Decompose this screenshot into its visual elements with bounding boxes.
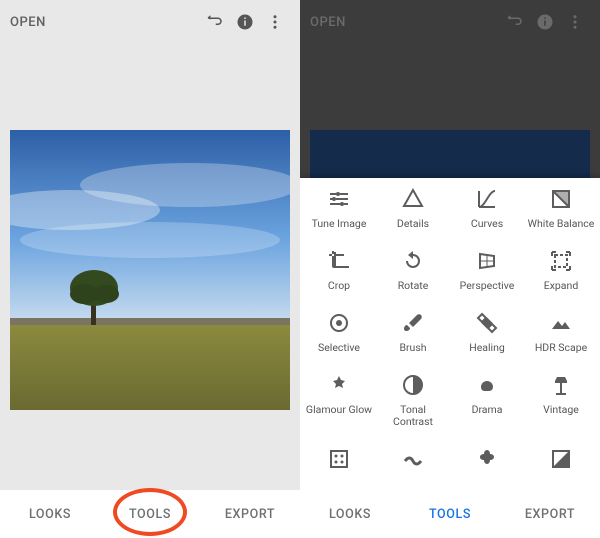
tab-looks[interactable]: LOOKS (0, 507, 100, 522)
brush-icon (400, 310, 426, 336)
tab-export[interactable]: EXPORT (200, 507, 300, 522)
tool-tonal[interactable]: Tonal Contrast (376, 372, 450, 428)
tab-tools[interactable]: TOOLS (100, 507, 200, 522)
curves-icon (474, 186, 500, 212)
grunge-icon (474, 446, 500, 472)
tool-label: Glamour Glow (306, 404, 372, 416)
tool-label: Healing (469, 342, 505, 354)
tool-label: Brush (399, 342, 426, 354)
undo-stack-icon[interactable] (500, 13, 530, 31)
open-button[interactable]: OPEN (10, 15, 46, 30)
bottom-nav: LOOKS TOOLS EXPORT (300, 490, 600, 538)
selective-icon (326, 310, 352, 336)
screenshot-right: OPEN Tune Image Details Curves White Balanc… (300, 0, 600, 538)
landscape-photo (10, 130, 290, 410)
expand-icon (548, 248, 574, 274)
tool-label: HDR Scape (535, 342, 587, 354)
tool-label: Details (397, 218, 429, 230)
healing-icon (474, 310, 500, 336)
info-icon[interactable] (530, 13, 560, 31)
more-icon[interactable] (260, 13, 290, 31)
tool-tune[interactable]: Tune Image (302, 186, 376, 230)
tool-label: Crop (328, 280, 350, 292)
tab-tools[interactable]: TOOLS (400, 507, 500, 522)
tool-perspective[interactable]: Perspective (450, 248, 524, 292)
tool-label: Perspective (460, 280, 515, 292)
bottom-nav: LOOKS TOOLS EXPORT (0, 490, 300, 538)
topbar: OPEN (0, 0, 300, 44)
screenshot-left: OPEN (0, 0, 300, 538)
tool-glamour[interactable]: Glamour Glow (302, 372, 376, 428)
tool-label: Rotate (398, 280, 429, 292)
tab-looks[interactable]: LOOKS (300, 507, 400, 522)
tool-brush[interactable]: Brush (376, 310, 450, 354)
tool-label: Vintage (543, 404, 579, 416)
tool-label: Selective (318, 342, 360, 354)
glamour-icon (326, 372, 352, 398)
tool-label: Drama (472, 404, 503, 416)
tool-label: Expand (544, 280, 579, 292)
tool-curves[interactable]: Curves (450, 186, 524, 230)
grainy-icon (326, 446, 352, 472)
tool-grainy[interactable] (302, 446, 376, 478)
tool-label: Curves (471, 218, 503, 230)
tool-label: White Balance (528, 218, 595, 230)
tune-icon (326, 186, 352, 212)
tools-panel: Tune Image Details Curves White Balance Crop… (300, 178, 600, 490)
tool-vintage[interactable]: Vintage (524, 372, 598, 428)
perspective-icon (474, 248, 500, 274)
tool-wbalance[interactable]: White Balance (524, 186, 598, 230)
tool-hdrscape[interactable]: HDR Scape (524, 310, 598, 354)
tool-healing[interactable]: Healing (450, 310, 524, 354)
tool-retrolux[interactable] (376, 446, 450, 478)
crop-icon (326, 248, 352, 274)
tool-rotate[interactable]: Rotate (376, 248, 450, 292)
tool-drama[interactable]: Drama (450, 372, 524, 428)
tool-details[interactable]: Details (376, 186, 450, 230)
hdrscape-icon (548, 310, 574, 336)
rotate-icon (400, 248, 426, 274)
details-icon (400, 186, 426, 212)
tool-bw[interactable] (524, 446, 598, 478)
photo-canvas[interactable] (10, 130, 290, 410)
tonal-icon (400, 372, 426, 398)
vintage-icon (548, 372, 574, 398)
retrolux-icon (400, 446, 426, 472)
drama-icon (474, 372, 500, 398)
bw-icon (548, 446, 574, 472)
info-icon[interactable] (230, 13, 260, 31)
tool-selective[interactable]: Selective (302, 310, 376, 354)
topbar: OPEN (300, 0, 600, 44)
tool-label: Tonal Contrast (379, 404, 447, 428)
tool-label: Tune Image (312, 218, 367, 230)
tool-expand[interactable]: Expand (524, 248, 598, 292)
undo-stack-icon[interactable] (200, 13, 230, 31)
tool-grunge[interactable] (450, 446, 524, 478)
tool-crop[interactable]: Crop (302, 248, 376, 292)
tab-export[interactable]: EXPORT (500, 507, 600, 522)
wbalance-icon (548, 186, 574, 212)
more-icon[interactable] (560, 13, 590, 31)
open-button[interactable]: OPEN (310, 15, 346, 30)
